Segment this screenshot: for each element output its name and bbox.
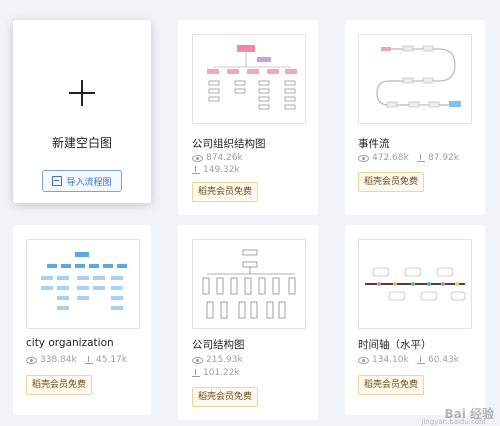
new-blank-card[interactable]: 新建空白图 导入流程图 xyxy=(13,20,151,203)
template-thumbnail[interactable] xyxy=(192,34,306,124)
eye-icon xyxy=(192,356,203,364)
import-icon xyxy=(52,176,63,186)
download-icon xyxy=(417,356,425,364)
plus-icon[interactable] xyxy=(69,80,95,106)
downloads-count: 87.92k xyxy=(417,153,459,163)
download-icon xyxy=(417,154,425,162)
downloads-count: 45.17k xyxy=(85,355,127,365)
template-title: city organization xyxy=(26,337,114,349)
new-blank-title: 新建空白图 xyxy=(51,136,112,150)
org-chart-thumbnail xyxy=(207,45,297,110)
member-badge: 稻壳会员免费 xyxy=(26,375,93,395)
views-count: 215.93k xyxy=(192,355,243,365)
member-badge: 稻壳会员免费 xyxy=(192,387,259,407)
template-card-city-org[interactable]: city organization 338.84k 45.17k 稻壳会员免费 xyxy=(13,225,151,415)
eye-icon xyxy=(26,356,37,364)
eye-icon xyxy=(192,154,203,162)
views-count: 338.84k xyxy=(26,355,77,365)
watermark-url: jingyan.baidu.com xyxy=(421,418,486,426)
downloads-count: 60.43k xyxy=(417,355,459,365)
template-card-timeline[interactable]: 时间轴（水平） 134.10k 60.43k 稻壳会员免费 xyxy=(345,225,485,415)
city-org-thumbnail xyxy=(41,252,127,310)
company-structure-thumbnail xyxy=(202,249,296,319)
template-card-org[interactable]: 公司组织结构图 874.26k 149.32k 稻壳会员免费 xyxy=(178,20,318,215)
template-thumbnail[interactable] xyxy=(26,239,140,329)
download-icon xyxy=(85,356,93,364)
template-title: 时间轴（水平） xyxy=(358,339,432,351)
template-title: 公司结构图 xyxy=(192,339,245,351)
eye-icon xyxy=(358,154,369,162)
downloads-count: 149.32k xyxy=(192,165,240,175)
views-count: 874.26k xyxy=(192,153,243,163)
template-thumbnail[interactable] xyxy=(358,34,472,124)
template-title: 事件流 xyxy=(358,138,390,150)
import-flowchart-button[interactable]: 导入流程图 xyxy=(42,170,122,192)
views-count: 472.68k xyxy=(358,153,409,163)
download-icon xyxy=(192,369,200,377)
member-badge: 稻壳会员免费 xyxy=(192,182,259,202)
import-label: 导入流程图 xyxy=(66,177,112,188)
member-badge: 稻壳会员免费 xyxy=(358,172,425,192)
member-badge: 稻壳会员免费 xyxy=(358,375,425,395)
template-title: 公司组织结构图 xyxy=(192,138,266,150)
timeline-thumbnail xyxy=(365,267,466,301)
template-thumbnail[interactable] xyxy=(358,239,472,329)
eye-icon xyxy=(358,356,369,364)
downloads-count: 101.22k xyxy=(192,368,240,378)
template-thumbnail[interactable] xyxy=(192,239,306,329)
event-flow-thumbnail xyxy=(376,45,461,108)
download-icon xyxy=(192,166,200,174)
template-card-event-flow[interactable]: 事件流 472.68k 87.92k 稻壳会员免费 xyxy=(345,20,485,215)
views-count: 134.10k xyxy=(358,355,409,365)
template-card-company-structure[interactable]: 公司结构图 215.93k 101.22k 稻壳会员免费 xyxy=(178,225,318,420)
